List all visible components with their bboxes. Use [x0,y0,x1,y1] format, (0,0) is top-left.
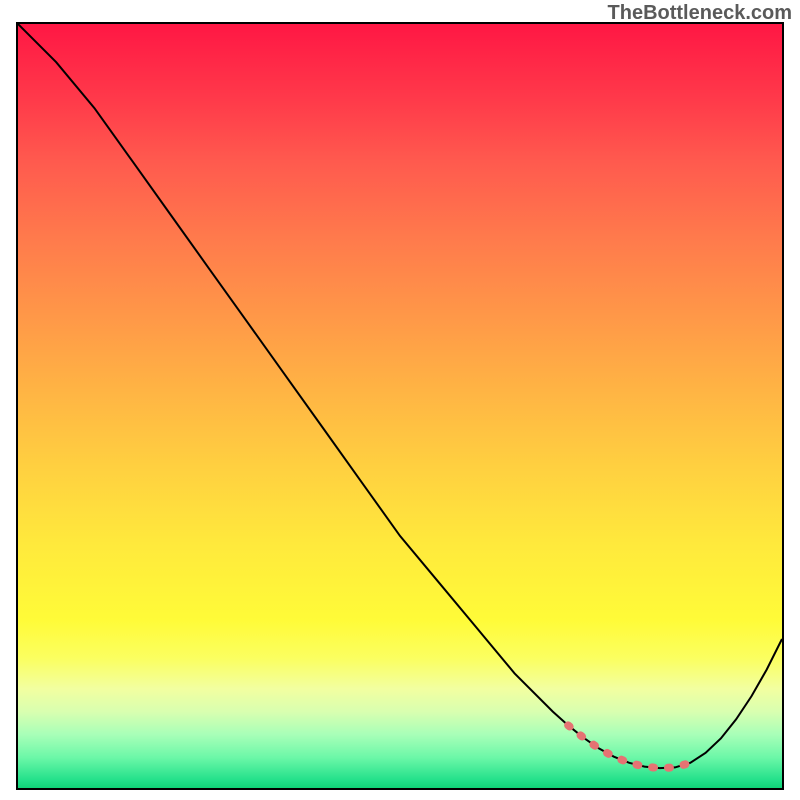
chart-plot-area [16,22,784,790]
curve-overlay [18,24,782,788]
watermark-text: TheBottleneck.com [608,2,792,25]
optimal-region-highlight [568,725,690,768]
bottleneck-curve [18,24,782,768]
